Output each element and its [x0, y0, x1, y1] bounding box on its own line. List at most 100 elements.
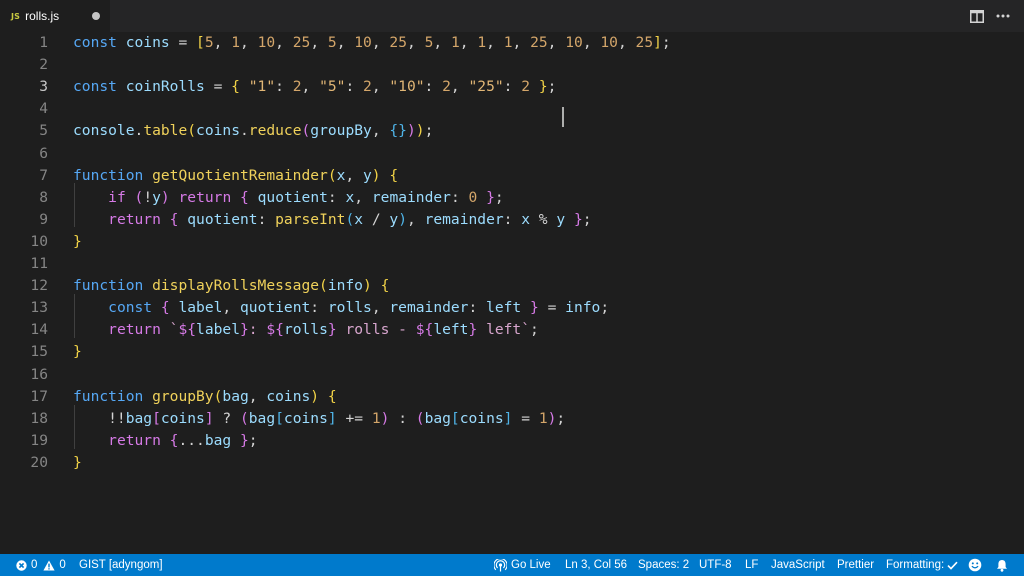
code-token: 1 [371, 409, 381, 427]
editor-actions [964, 0, 1016, 32]
code-line[interactable]: 10} [0, 231, 1024, 253]
code-token: , [371, 122, 390, 140]
code-line[interactable]: 7 function getQuotientRemainder(x, y) { [0, 165, 1024, 187]
more-actions-icon[interactable] [990, 0, 1016, 32]
notifications-bell-icon[interactable] [996, 554, 1008, 576]
code-line[interactable]: 4 [0, 98, 1024, 120]
code-token: { [240, 188, 249, 206]
code-token: , [371, 78, 390, 96]
code-token: ; [424, 122, 434, 140]
line-number: 5 [39, 122, 48, 140]
code-token: ${ [266, 321, 284, 339]
code-token: quotient [240, 299, 311, 317]
code-line[interactable]: 16 [0, 364, 1024, 386]
code-token: , [354, 188, 372, 206]
code-line[interactable]: 11 [0, 253, 1024, 275]
code-token: quotient [187, 210, 258, 228]
code-line[interactable]: 17 function groupBy(bag, coins) { [0, 386, 1024, 408]
feedback-smiley-icon[interactable] [968, 554, 982, 576]
code-token: : [275, 78, 293, 96]
code-token: x [345, 188, 355, 206]
go-live-button[interactable]: Go Live [494, 554, 551, 576]
code-token: 1 [538, 409, 548, 427]
dirty-dot-icon[interactable] [92, 12, 100, 20]
code-token: , [459, 34, 478, 51]
code-token: if [108, 188, 126, 206]
code-token: coins [266, 387, 311, 405]
code-token: , [213, 34, 232, 51]
code-token: "5" [319, 78, 346, 96]
formatting-label: Formatting: [886, 559, 945, 571]
tab-rolls-js[interactable]: JS rolls.js [0, 0, 110, 32]
go-live-label: Go Live [511, 559, 551, 571]
line-code: function displayRollsMessage(info) { [73, 275, 389, 297]
code-token: ( [301, 122, 311, 140]
code-line[interactable]: 15} [0, 341, 1024, 363]
line-number: 18 [30, 409, 48, 427]
code-token: return [178, 188, 232, 206]
code-token: , [371, 299, 390, 317]
code-token: displayRollsMessage [152, 277, 320, 295]
eol-setting[interactable]: LF [745, 554, 758, 576]
code-token: : [424, 78, 443, 96]
code-line[interactable]: 6 [0, 143, 1024, 165]
code-token: = [538, 299, 566, 317]
code-token: coins [160, 409, 205, 427]
code-line[interactable]: 3 const coinRolls = { "1": 2, "5": 2, "10… [0, 76, 1024, 98]
code-token: { [231, 78, 240, 96]
line-number: 11 [30, 255, 48, 272]
code-line[interactable]: 18 !!bag[coins] ? (bag[coins] += 1) : (b… [0, 408, 1024, 430]
code-token: rolls [283, 321, 328, 339]
code-line[interactable]: 20} [0, 452, 1024, 474]
indentation-setting[interactable]: Spaces: 2 [638, 554, 689, 576]
code-token: groupBy [152, 387, 214, 405]
cursor-position[interactable]: Ln 3, Col 56 [565, 554, 627, 576]
encoding-setting[interactable]: UTF-8 [699, 554, 732, 576]
gist-status[interactable]: GIST [adyngom] [79, 554, 163, 576]
code-line[interactable]: 8 if (!y) return { quotient: x, remainde… [0, 187, 1024, 209]
code-token: info [565, 299, 601, 317]
problems-indicator[interactable]: 0 0 [16, 554, 66, 576]
code-line[interactable]: 19 return {...bag }; [0, 430, 1024, 452]
code-token: quotient [257, 188, 328, 206]
code-line[interactable]: 13 const { label, quotient: rolls, remai… [0, 297, 1024, 319]
code-line[interactable]: 9 return { quotient: parseInt(x / y), re… [0, 209, 1024, 231]
code-token: const [73, 78, 117, 96]
code-token: remainder [371, 188, 451, 206]
line-number: 16 [30, 365, 48, 383]
code-token: coins [196, 122, 240, 140]
code-line[interactable]: 2 [0, 54, 1024, 76]
code-token: , [406, 210, 425, 228]
split-editor-icon[interactable] [964, 0, 990, 32]
line-number: 8 [39, 188, 48, 206]
formatting-status[interactable]: Formatting: [886, 554, 962, 576]
code-token: coinRolls [125, 78, 205, 96]
line-code: return `${label}: ${rolls} rolls - ${lef… [73, 319, 539, 341]
code-token: ) [371, 166, 381, 184]
code-token: 1 [503, 34, 513, 51]
code-line[interactable]: 5 console.table(coins.reduce(groupBy, {})… [0, 120, 1024, 142]
code-token: 25 [635, 34, 654, 51]
code-token: 2 [363, 78, 372, 96]
code-token: 0 [468, 188, 478, 206]
code-line[interactable]: 12 function displayRollsMessage(info) { [0, 275, 1024, 297]
code-token: ) [160, 188, 170, 206]
code-token: return [108, 210, 161, 228]
line-number: 12 [30, 277, 48, 295]
warning-icon [43, 560, 56, 571]
prettier-status[interactable]: Prettier [837, 554, 874, 576]
language-mode[interactable]: JavaScript [771, 554, 825, 576]
code-token: [ [196, 34, 205, 51]
code-token: } [468, 321, 478, 339]
code-editor[interactable]: 1 const coins = [5, 1, 10, 25, 5, 10, 25,… [0, 32, 1024, 555]
code-token: !! [73, 409, 126, 427]
code-line[interactable]: 1 const coins = [5, 1, 10, 25, 5, 10, 25,… [0, 32, 1024, 54]
code-token: , [240, 34, 258, 51]
line-code: } [73, 231, 82, 253]
code-token: getQuotientRemainder [152, 166, 328, 184]
code-line[interactable]: 14 return `${label}: ${rolls} rolls - ${… [0, 319, 1024, 341]
